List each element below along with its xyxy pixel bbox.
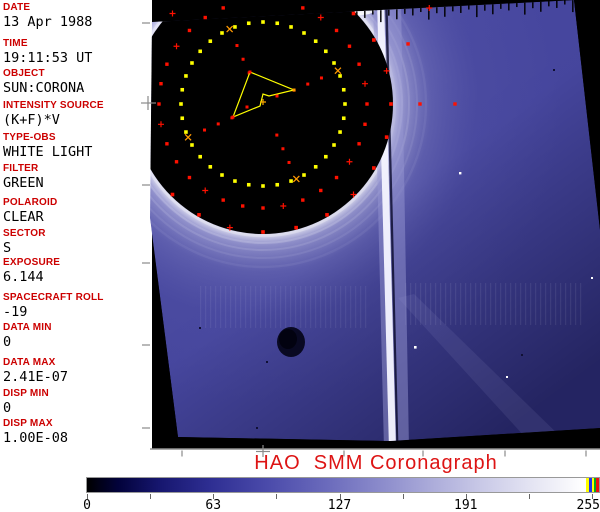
colorbar-tick-label: 0 xyxy=(83,498,91,512)
colorbar-gradient xyxy=(86,477,600,493)
metadata-field-data-min: DATA MIN 0 xyxy=(3,322,52,350)
colorbar-tick xyxy=(402,494,404,499)
metadata-field-intensity-source: INTENSITY SOURCE (K+F)*V xyxy=(3,100,104,128)
metadata-field-disp-max: DISP MAX 1.00E-08 xyxy=(3,418,68,446)
field-label: DISP MIN xyxy=(3,388,49,399)
field-value: SUN:CORONA xyxy=(3,80,85,96)
field-value: (K+F)*V xyxy=(3,112,60,128)
field-value: 2.41E-07 xyxy=(3,369,69,385)
metadata-field-time: TIME 19:11:53 UT xyxy=(3,38,92,66)
field-value: GREEN xyxy=(3,175,44,191)
field-label: EXPOSURE xyxy=(3,257,61,268)
colorbar-tick xyxy=(528,494,530,499)
metadata-field-filter: FILTER GREEN xyxy=(3,163,44,191)
metadata-field-polaroid: POLAROID CLEAR xyxy=(3,197,57,225)
metadata-field-type-obs: TYPE-OBS WHITE LIGHT xyxy=(3,132,92,160)
colorbar-tick-label: 127 xyxy=(327,498,352,512)
colorbar-saturation-stripe xyxy=(596,478,599,492)
colorbar-tick-label: 191 xyxy=(454,498,478,512)
dust-blob xyxy=(277,327,305,357)
film-frame xyxy=(150,0,600,441)
field-value: 0 xyxy=(3,400,12,416)
smm-coronagraph-viewer: DATE 13 Apr 1988 TIME 19:11:53 UT OBJECT SUN:… xyxy=(0,0,600,512)
image-title: HAO SMM Coronagraph xyxy=(254,452,498,474)
field-value: 13 Apr 1988 xyxy=(3,14,93,30)
colorbar-tick-label: 255 xyxy=(576,498,600,512)
field-label: FILTER xyxy=(3,163,39,174)
field-label: TYPE-OBS xyxy=(3,132,56,143)
metadata-field-spacecraft-roll: SPACECRAFT ROLL -19 xyxy=(3,292,104,320)
field-label: DATE xyxy=(3,2,31,13)
field-value: 1.00E-08 xyxy=(3,430,69,446)
field-label: DATA MAX xyxy=(3,357,56,368)
colorbar-tick xyxy=(276,494,278,499)
field-value: -19 xyxy=(3,304,28,320)
field-label: TIME xyxy=(3,38,28,49)
field-value: CLEAR xyxy=(3,209,44,225)
field-label: DATA MIN xyxy=(3,322,52,333)
field-label: POLAROID xyxy=(3,197,58,208)
metadata-field-disp-min: DISP MIN 0 xyxy=(3,388,49,416)
metadata-field-data-max: DATA MAX 2.41E-07 xyxy=(3,357,68,385)
metadata-field-exposure: EXPOSURE 6.144 xyxy=(3,257,60,285)
field-value: S xyxy=(3,240,12,256)
metadata-field-date: DATE 13 Apr 1988 xyxy=(3,2,92,30)
coronagraph-image xyxy=(141,0,600,457)
field-value: 0 xyxy=(3,334,12,350)
field-label: INTENSITY SOURCE xyxy=(3,100,104,111)
metadata-field-sector: SECTOR S xyxy=(3,228,46,256)
metadata-field-object: OBJECT SUN:CORONA xyxy=(3,68,84,96)
field-label: SPACECRAFT ROLL xyxy=(3,292,104,303)
field-value: WHITE LIGHT xyxy=(3,144,93,160)
field-label: OBJECT xyxy=(3,68,45,79)
field-value: 6.144 xyxy=(3,269,44,285)
field-label: DISP MAX xyxy=(3,418,53,429)
colorbar-tick xyxy=(150,494,152,499)
field-label: SECTOR xyxy=(3,228,46,239)
field-value: 19:11:53 UT xyxy=(3,50,93,66)
colorbar-tick-label: 63 xyxy=(205,498,222,512)
